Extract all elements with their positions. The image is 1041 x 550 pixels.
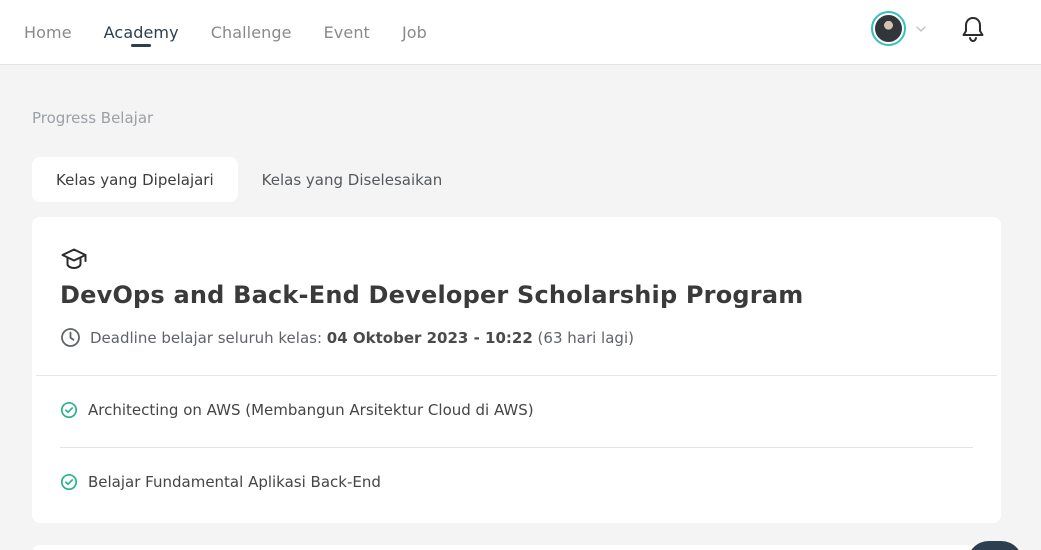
- module-divider: [60, 447, 973, 448]
- module-label: Architecting on AWS (Membangun Arsitektu…: [88, 401, 534, 419]
- next-program-card: [32, 545, 1001, 550]
- progress-tabs: Kelas yang Dipelajari Kelas yang Diseles…: [32, 157, 466, 202]
- deadline-prefix: Deadline belajar seluruh kelas:: [90, 328, 327, 347]
- check-circle-icon: [60, 473, 78, 491]
- nav-challenge[interactable]: Challenge: [211, 0, 292, 64]
- nav-academy[interactable]: Academy: [104, 0, 179, 64]
- tab-kelas-diselesaikan[interactable]: Kelas yang Diselesaikan: [238, 157, 467, 202]
- top-navbar: Home Academy Challenge Event Job: [0, 0, 1041, 65]
- program-card: DevOps and Back-End Developer Scholarshi…: [32, 217, 1001, 523]
- deadline-info: Deadline belajar seluruh kelas: 04 Oktob…: [60, 327, 634, 348]
- avatar[interactable]: [871, 11, 906, 46]
- check-circle-icon: [60, 401, 78, 419]
- section-label: Progress Belajar: [32, 109, 154, 127]
- card-divider: [36, 375, 997, 376]
- module-label: Belajar Fundamental Aplikasi Back-End: [88, 473, 381, 491]
- module-item[interactable]: Belajar Fundamental Aplikasi Back-End: [60, 473, 381, 491]
- deadline-date: 04 Oktober 2023 - 10:22: [326, 328, 533, 347]
- profile-menu-button[interactable]: [871, 11, 928, 46]
- deadline-remaining: (63 hari lagi): [532, 328, 634, 347]
- chevron-down-icon: [916, 25, 926, 32]
- nav-job[interactable]: Job: [402, 0, 427, 64]
- bell-icon[interactable]: [960, 15, 986, 43]
- module-item[interactable]: Architecting on AWS (Membangun Arsitektu…: [60, 401, 534, 419]
- graduation-cap-icon: [61, 248, 87, 269]
- tab-kelas-dipelajari[interactable]: Kelas yang Dipelajari: [32, 157, 238, 202]
- nav-home[interactable]: Home: [24, 0, 72, 64]
- main-nav: Home Academy Challenge Event Job: [24, 0, 427, 64]
- clock-icon: [61, 328, 80, 347]
- course-title[interactable]: DevOps and Back-End Developer Scholarshi…: [60, 281, 803, 309]
- nav-event[interactable]: Event: [324, 0, 370, 64]
- chat-button[interactable]: [967, 541, 1023, 550]
